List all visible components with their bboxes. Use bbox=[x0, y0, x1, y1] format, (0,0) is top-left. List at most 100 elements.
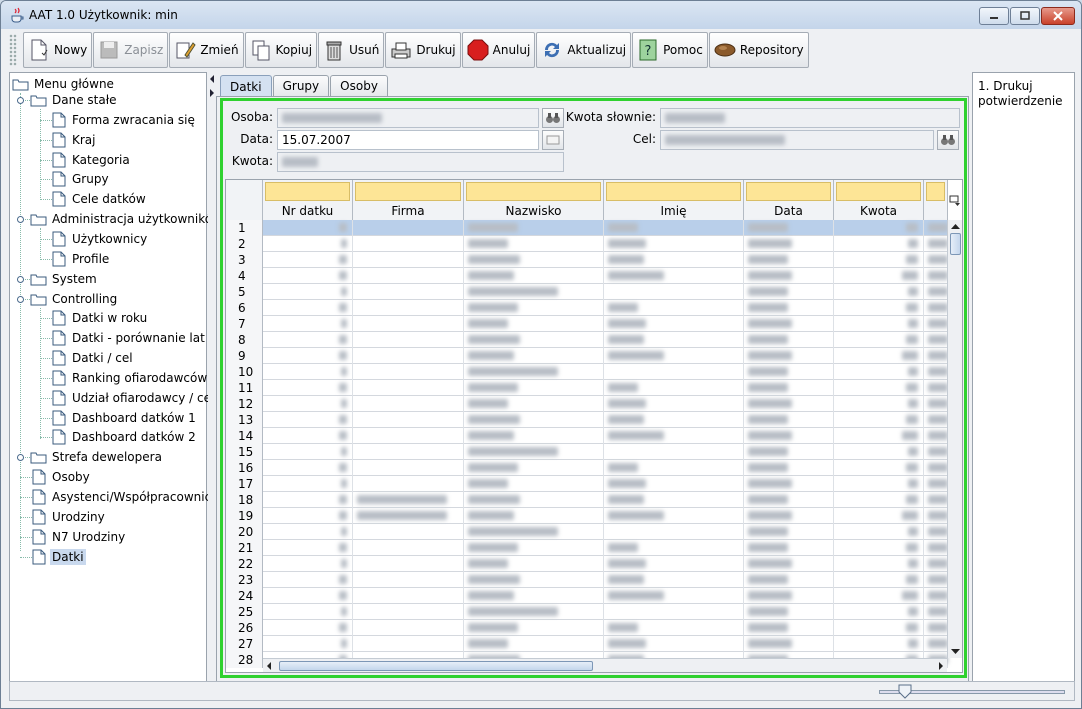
data-field[interactable]: 15.07.2007 bbox=[277, 130, 539, 150]
print-confirmation-link[interactable]: 1. Drukuj potwierdzenie bbox=[978, 79, 1069, 109]
table-cell[interactable] bbox=[834, 268, 924, 284]
table-cell[interactable] bbox=[924, 412, 948, 428]
table-cell[interactable] bbox=[464, 236, 604, 252]
table-cell[interactable] bbox=[744, 524, 834, 540]
table-cell[interactable] bbox=[464, 556, 604, 572]
tab-datki[interactable]: Datki bbox=[220, 75, 272, 97]
table-cell[interactable] bbox=[263, 332, 353, 348]
kopiuj-button[interactable]: Kopiuj bbox=[244, 32, 318, 68]
table-cell[interactable] bbox=[263, 476, 353, 492]
table-cell[interactable] bbox=[353, 460, 464, 476]
table-row[interactable]: 12 bbox=[226, 396, 948, 412]
table-cell[interactable] bbox=[834, 460, 924, 476]
splitter[interactable] bbox=[208, 72, 216, 683]
table-cell[interactable] bbox=[744, 492, 834, 508]
table-cell[interactable] bbox=[924, 364, 948, 380]
table-cell[interactable] bbox=[263, 508, 353, 524]
table-cell[interactable] bbox=[744, 380, 834, 396]
tree-item-dane-stałe[interactable]: Dane stałe bbox=[30, 91, 119, 109]
table-row[interactable]: 23 bbox=[226, 572, 948, 588]
tree-item-datki-porównanie-lat[interactable]: Datki - porównanie lat bbox=[52, 329, 207, 347]
table-cell[interactable] bbox=[263, 428, 353, 444]
table-cell[interactable] bbox=[464, 412, 604, 428]
table-row[interactable]: 11 bbox=[226, 380, 948, 396]
table-cell[interactable] bbox=[353, 508, 464, 524]
table-cell[interactable] bbox=[464, 476, 604, 492]
tree-item-urodziny[interactable]: Urodziny bbox=[32, 508, 107, 526]
tree-expand-handle[interactable] bbox=[17, 216, 24, 223]
table-row[interactable]: 4 bbox=[226, 268, 948, 284]
column-header[interactable]: Nr datku bbox=[263, 180, 353, 220]
table-cell[interactable] bbox=[834, 444, 924, 460]
table-cell[interactable] bbox=[464, 316, 604, 332]
table-cell[interactable] bbox=[924, 604, 948, 620]
table-cell[interactable] bbox=[353, 588, 464, 604]
osoba-field[interactable] bbox=[277, 108, 539, 128]
table-cell[interactable] bbox=[604, 572, 744, 588]
table-cell[interactable] bbox=[464, 588, 604, 604]
table-cell[interactable] bbox=[924, 636, 948, 652]
table-cell[interactable] bbox=[744, 428, 834, 444]
table-cell[interactable] bbox=[353, 604, 464, 620]
table-cell[interactable] bbox=[604, 492, 744, 508]
tree-item-osoby[interactable]: Osoby bbox=[32, 468, 92, 486]
table-row[interactable]: 2 bbox=[226, 236, 948, 252]
table-cell[interactable] bbox=[604, 476, 744, 492]
aktualizuj-button[interactable]: Aktualizuj bbox=[536, 32, 632, 68]
scroll-right-icon[interactable] bbox=[935, 659, 947, 673]
table-cell[interactable] bbox=[604, 412, 744, 428]
table-cell[interactable] bbox=[924, 284, 948, 300]
scroll-left-icon[interactable] bbox=[263, 659, 275, 673]
kwota-field[interactable] bbox=[277, 152, 564, 172]
table-cell[interactable] bbox=[744, 588, 834, 604]
table-cell[interactable] bbox=[834, 620, 924, 636]
table-cell[interactable] bbox=[834, 236, 924, 252]
table-row[interactable]: 3 bbox=[226, 252, 948, 268]
column-filter-cell[interactable] bbox=[606, 182, 741, 201]
table-cell[interactable] bbox=[744, 300, 834, 316]
table-cell[interactable] bbox=[263, 524, 353, 540]
table-row[interactable]: 24 bbox=[226, 588, 948, 604]
table-cell[interactable] bbox=[744, 444, 834, 460]
table-cell[interactable] bbox=[464, 220, 604, 236]
table-cell[interactable] bbox=[604, 620, 744, 636]
table-cell[interactable] bbox=[604, 300, 744, 316]
table-cell[interactable] bbox=[604, 444, 744, 460]
column-header[interactable]: Data bbox=[744, 180, 834, 220]
table-cell[interactable] bbox=[744, 332, 834, 348]
table-cell[interactable] bbox=[744, 508, 834, 524]
table-cell[interactable] bbox=[834, 540, 924, 556]
table-cell[interactable] bbox=[924, 508, 948, 524]
tree-expand-handle[interactable] bbox=[17, 454, 24, 461]
table-row[interactable]: 8 bbox=[226, 332, 948, 348]
table-cell[interactable] bbox=[353, 284, 464, 300]
table-cell[interactable] bbox=[604, 236, 744, 252]
tree-item-kategoria[interactable]: Kategoria bbox=[52, 151, 132, 169]
table-cell[interactable] bbox=[744, 316, 834, 332]
column-filter-cell[interactable] bbox=[466, 182, 601, 201]
table-cell[interactable] bbox=[744, 460, 834, 476]
table-cell[interactable] bbox=[924, 268, 948, 284]
table-cell[interactable] bbox=[604, 540, 744, 556]
table-cell[interactable] bbox=[464, 620, 604, 636]
table-row[interactable]: 27 bbox=[226, 636, 948, 652]
table-cell[interactable] bbox=[834, 492, 924, 508]
table-row[interactable]: 25 bbox=[226, 604, 948, 620]
table-cell[interactable] bbox=[834, 380, 924, 396]
table-cell[interactable] bbox=[263, 300, 353, 316]
table-cell[interactable] bbox=[744, 604, 834, 620]
anuluj-button[interactable]: Anuluj bbox=[461, 32, 536, 68]
table-row[interactable]: 1 bbox=[226, 220, 948, 236]
table-cell[interactable] bbox=[924, 428, 948, 444]
table-cell[interactable] bbox=[353, 220, 464, 236]
tree-expand-handle[interactable] bbox=[17, 296, 24, 303]
table-cell[interactable] bbox=[604, 588, 744, 604]
table-cell[interactable] bbox=[263, 588, 353, 604]
minimize-button[interactable] bbox=[979, 7, 1009, 25]
table-cell[interactable] bbox=[263, 348, 353, 364]
table-cell[interactable] bbox=[464, 268, 604, 284]
tree-item-administracja-użytkowników[interactable]: Administracja użytkowników bbox=[30, 210, 224, 228]
table-cell[interactable] bbox=[353, 572, 464, 588]
table-row[interactable]: 15 bbox=[226, 444, 948, 460]
cel-lookup-button[interactable] bbox=[937, 130, 959, 150]
